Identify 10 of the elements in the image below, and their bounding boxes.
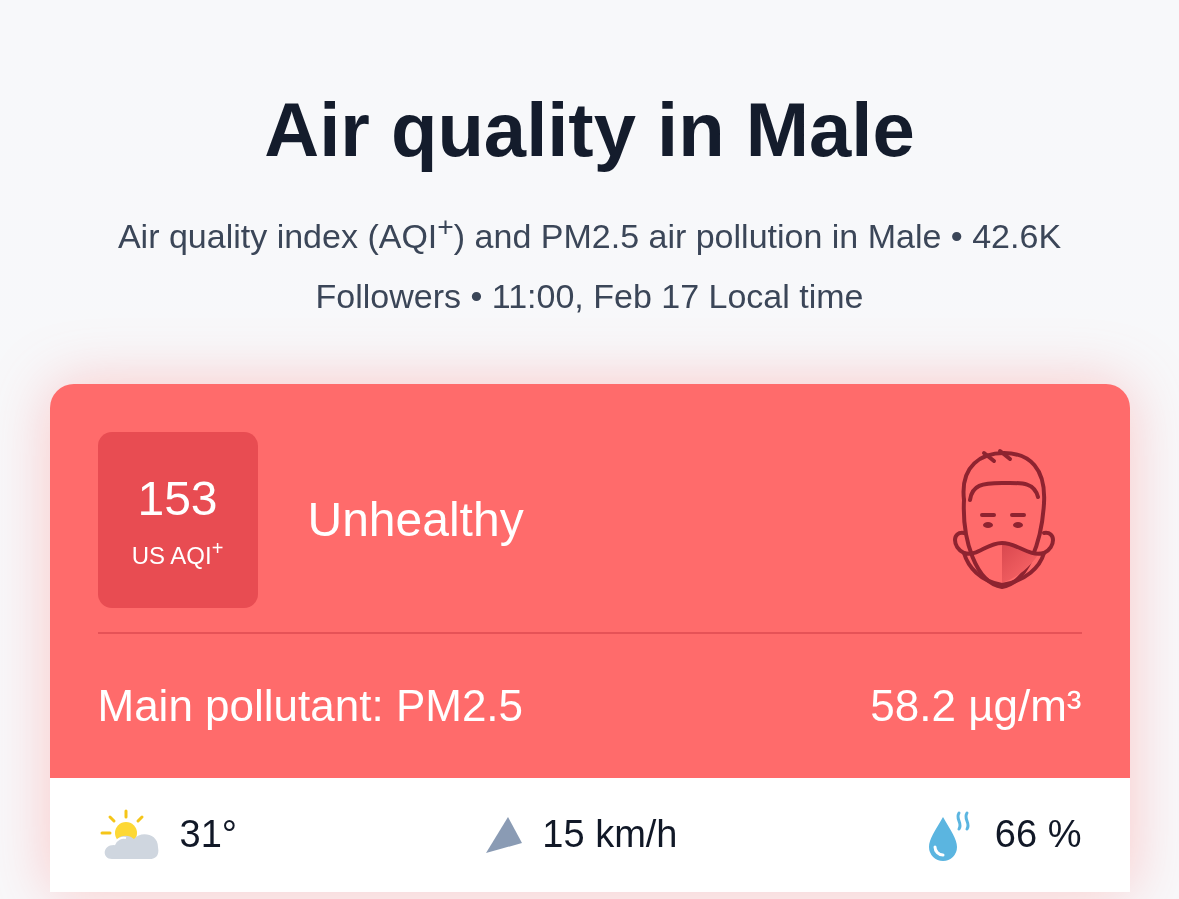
aqi-status: Unhealthy xyxy=(307,492,525,548)
page-subtitle: Air quality index (AQI$^{+}$) and PM2.5 air pollution in Male • 42.6K Followers • 11:00, Feb 17 Local time xyxy=(116,208,1063,317)
temperature-value: 31° xyxy=(179,813,237,857)
page-title: Air quality in Male xyxy=(264,88,915,172)
main-pollutant: Main pollutant: PM2.5 xyxy=(97,680,524,731)
aqi-value: 153 xyxy=(137,470,218,527)
humidity-value: 66 % xyxy=(994,813,1082,857)
pollutant-concentration: 58.2 µg/m³ xyxy=(870,680,1082,731)
wind-speed-value: 15 km/h xyxy=(542,813,678,857)
aqi-unit: US AQI$^{+}$ xyxy=(131,537,224,571)
